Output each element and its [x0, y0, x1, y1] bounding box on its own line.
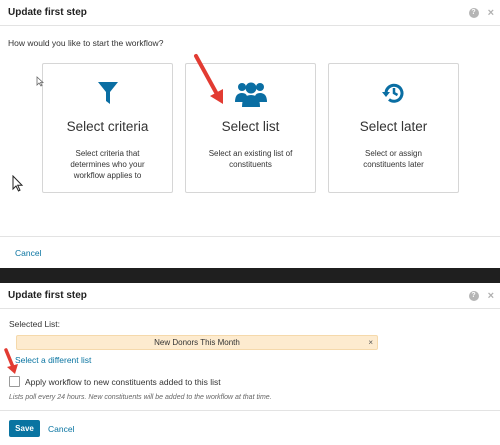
annotation-arrow-icon: [4, 348, 18, 374]
cancel-link[interactable]: Cancel: [15, 248, 41, 258]
dialog-title: Update first step: [8, 290, 87, 301]
help-icon[interactable]: ?: [468, 291, 479, 301]
save-button[interactable]: Save: [9, 420, 40, 437]
screenshot-separator: [0, 268, 500, 283]
mouse-cursor-icon: [12, 175, 24, 192]
card-description: Select or assign constituents later: [363, 149, 424, 169]
apply-new-constituents-checkbox[interactable]: [9, 376, 20, 387]
select-different-list-link[interactable]: Select a different list: [15, 355, 91, 365]
footer-divider: [0, 236, 500, 237]
group-icon: [234, 82, 267, 107]
card-title: Select list: [221, 119, 280, 134]
mouse-cursor-icon: [36, 76, 44, 87]
annotation-arrow-icon: [194, 54, 223, 104]
help-icon[interactable]: ?: [468, 8, 479, 18]
dialog-title: Update first step: [8, 7, 87, 18]
dialog-header: Update first step ? ×: [0, 0, 500, 26]
poll-note: Lists poll every 24 hours. New constitue…: [9, 394, 272, 401]
card-description: Select an existing list of constituents: [208, 149, 293, 169]
workflow-question: How would you like to start the workflow…: [8, 38, 164, 48]
card-title: Select later: [359, 119, 428, 134]
card-description: Select criteria that determines who your…: [70, 149, 145, 180]
select-start-dialog: Update first step ? × How would you like…: [0, 0, 500, 268]
filter-icon: [97, 82, 118, 104]
dialog-header: Update first step ? ×: [0, 283, 500, 309]
footer-divider: [0, 410, 500, 411]
close-icon[interactable]: ×: [488, 291, 494, 302]
remove-list-icon[interactable]: ×: [368, 336, 373, 349]
select-later-card[interactable]: Select later Select or assign constituen…: [328, 63, 459, 193]
history-icon: [381, 83, 403, 103]
selected-list-label: Selected List:: [9, 319, 61, 329]
close-icon[interactable]: ×: [488, 8, 494, 19]
selected-list-pill: New Donors This Month ×: [16, 335, 378, 350]
card-title: Select criteria: [66, 119, 149, 134]
select-criteria-card[interactable]: Select criteria Select criteria that det…: [42, 63, 173, 193]
checkbox-label: Apply workflow to new constituents added…: [25, 377, 221, 387]
cancel-link[interactable]: Cancel: [48, 424, 74, 434]
selected-list-value: New Donors This Month: [154, 338, 240, 347]
